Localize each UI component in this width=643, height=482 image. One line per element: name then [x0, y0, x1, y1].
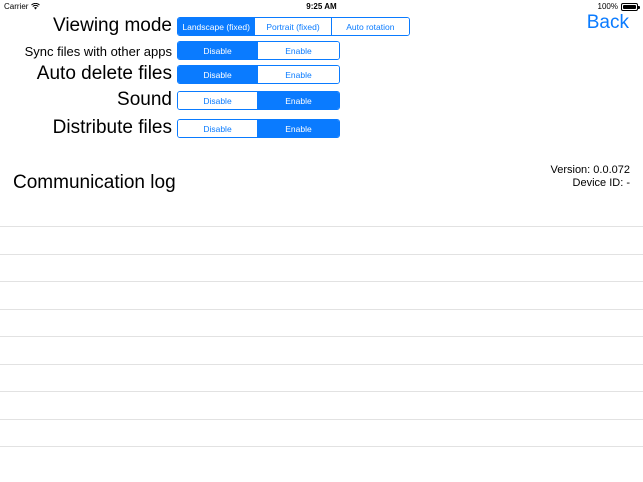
communication-log-title: Communication log — [13, 172, 176, 193]
battery-group: 100% — [597, 2, 640, 11]
auto-delete-segmented-control: Disable Enable — [177, 65, 340, 84]
setting-label: Distribute files — [52, 117, 172, 138]
segment-auto-rotation[interactable]: Auto rotation — [331, 18, 409, 35]
list-item — [0, 336, 643, 364]
communication-log-list[interactable] — [0, 226, 643, 474]
segment-enable[interactable]: Enable — [258, 120, 339, 137]
segment-enable[interactable]: Enable — [258, 42, 339, 59]
distribute-files-segmented-control: Disable Enable — [177, 119, 340, 138]
setting-row-sync-files: Sync files with other apps Disable Enabl… — [0, 41, 420, 61]
version-info: Version: 0.0.072 Device ID: - — [550, 164, 630, 190]
setting-label: Viewing mode — [52, 15, 172, 36]
segment-disable[interactable]: Disable — [178, 66, 259, 83]
segment-enable[interactable]: Enable — [258, 92, 339, 109]
battery-fill — [623, 4, 636, 9]
list-item — [0, 253, 643, 282]
segment-portrait-fixed[interactable]: Portrait (fixed) — [255, 18, 332, 35]
segment-enable[interactable]: Enable — [258, 66, 339, 83]
setting-row-distribute-files: Distribute files Disable Enable — [0, 117, 420, 138]
sound-segmented-control: Disable Enable — [177, 91, 340, 110]
list-item — [0, 281, 643, 309]
setting-label: Sync files with other apps — [24, 44, 172, 59]
version-label: Version: 0.0.072 — [550, 164, 630, 176]
segment-disable[interactable]: Disable — [178, 120, 259, 137]
list-item — [0, 446, 643, 474]
device-id-label: Device ID: - — [572, 177, 630, 189]
setting-row-sound: Sound Disable Enable — [0, 89, 420, 110]
setting-label: Sound — [117, 89, 172, 110]
segment-disable[interactable]: Disable — [178, 42, 259, 59]
clock: 9:25 AM — [306, 2, 337, 11]
status-bar: Carrier 9:25 AM 100% — [0, 0, 643, 13]
list-item — [0, 363, 643, 392]
back-button[interactable]: Back — [587, 12, 629, 34]
settings-screen: Carrier 9:25 AM 100% Back Viewing mode L… — [0, 0, 643, 482]
battery-icon — [621, 2, 640, 11]
viewing-mode-segmented-control: Landscape (fixed) Portrait (fixed) Auto … — [177, 17, 410, 36]
list-item — [0, 308, 643, 337]
segment-disable[interactable]: Disable — [178, 92, 259, 109]
battery-percent: 100% — [597, 2, 618, 11]
sync-files-segmented-control: Disable Enable — [177, 41, 340, 60]
list-item — [0, 418, 643, 447]
segment-landscape-fixed[interactable]: Landscape (fixed) — [178, 18, 256, 35]
list-item — [0, 226, 643, 254]
list-item — [0, 391, 643, 419]
setting-row-viewing-mode: Viewing mode Landscape (fixed) Portrait … — [0, 15, 420, 36]
setting-row-auto-delete: Auto delete files Disable Enable — [0, 63, 420, 84]
setting-label: Auto delete files — [36, 63, 172, 84]
